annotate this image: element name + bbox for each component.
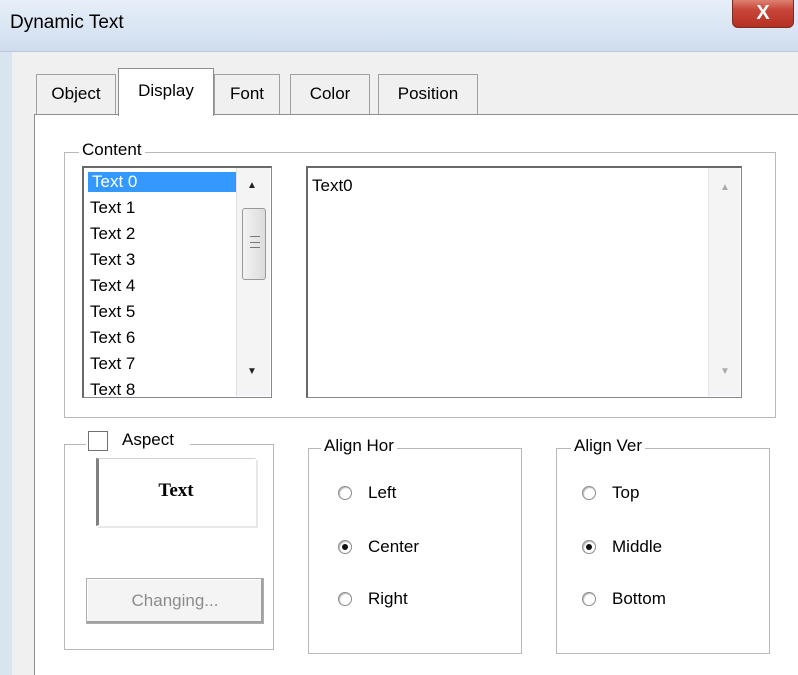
align-bottom-radio[interactable] — [582, 592, 596, 606]
changing-button[interactable]: Changing... — [86, 578, 264, 624]
list-item[interactable]: Text 8 — [90, 380, 135, 397]
text-content-value: Text0 — [312, 176, 353, 195]
align-middle-radio[interactable] — [582, 540, 596, 554]
content-group-label: Content — [79, 140, 145, 160]
align-top-label[interactable]: Top — [612, 483, 639, 503]
list-item[interactable]: Text 6 — [90, 328, 135, 348]
list-item[interactable]: Text 0 — [88, 172, 236, 192]
window-left-border — [0, 52, 12, 675]
scroll-down-icon[interactable]: ▼ — [720, 366, 730, 377]
align-left-radio[interactable] — [338, 486, 352, 500]
grip-icon — [250, 236, 260, 248]
preview-text: Text — [158, 480, 194, 501]
align-top-radio[interactable] — [582, 486, 596, 500]
list-item[interactable]: Text 3 — [90, 250, 135, 270]
align-left-label[interactable]: Left — [368, 483, 396, 503]
tab-position[interactable]: Position — [378, 74, 478, 114]
editor-scrollbar[interactable] — [708, 168, 740, 396]
scroll-up-icon[interactable]: ▲ — [247, 180, 257, 191]
list-item[interactable]: Text 2 — [90, 224, 135, 244]
list-item[interactable]: Text 1 — [90, 198, 135, 218]
align-bottom-label[interactable]: Bottom — [612, 589, 666, 609]
scroll-up-icon[interactable]: ▲ — [720, 182, 730, 193]
align-center-radio[interactable] — [338, 540, 352, 554]
tab-color[interactable]: Color — [290, 74, 370, 114]
align-center-label[interactable]: Center — [368, 537, 419, 557]
text-content-editor[interactable] — [306, 166, 742, 398]
window-title: Dynamic Text — [10, 12, 124, 33]
tab-display[interactable]: Display — [118, 68, 214, 116]
close-icon: X — [756, 2, 770, 24]
align-hor-label: Align Hor — [321, 436, 397, 456]
align-right-radio[interactable] — [338, 592, 352, 606]
align-right-label[interactable]: Right — [368, 589, 408, 609]
tab-font[interactable]: Font — [214, 74, 280, 114]
list-item[interactable]: Text 7 — [90, 354, 135, 374]
list-scrollbar[interactable] — [236, 168, 270, 396]
align-middle-label[interactable]: Middle — [612, 537, 662, 557]
aspect-checkbox[interactable] — [88, 431, 108, 451]
list-item[interactable]: Text 4 — [90, 276, 135, 296]
list-item[interactable]: Text 5 — [90, 302, 135, 322]
scroll-down-icon[interactable]: ▼ — [247, 366, 257, 377]
align-ver-label: Align Ver — [571, 436, 646, 456]
tab-object[interactable]: Object — [36, 74, 116, 114]
close-button[interactable]: X — [732, 0, 794, 28]
aspect-label[interactable]: Aspect — [122, 430, 174, 450]
